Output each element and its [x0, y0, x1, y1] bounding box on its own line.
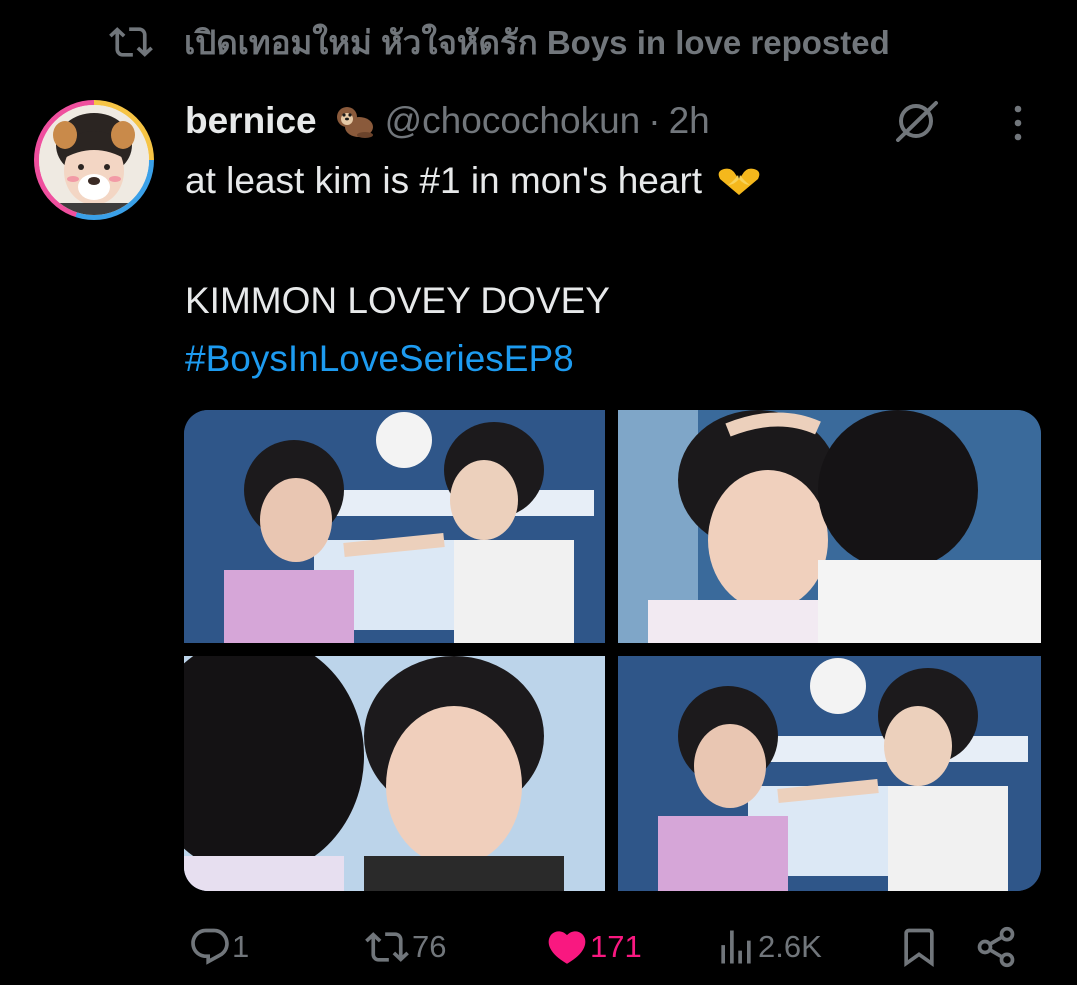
like-count: 171 — [590, 929, 642, 964]
share-icon — [977, 926, 1015, 968]
repost-button[interactable]: 76 — [362, 922, 446, 972]
repost-count: 76 — [412, 929, 447, 964]
views-icon — [721, 930, 751, 964]
views-button[interactable]: 2.6K — [714, 922, 822, 972]
avatar[interactable] — [34, 100, 154, 220]
tweet-header: bernice @chocochokun · 2h — [185, 97, 710, 145]
otter-emoji-icon — [336, 107, 373, 138]
separator-dot: · — [648, 100, 661, 141]
bookmark-button[interactable] — [897, 922, 941, 972]
tweet-text-line-2: KIMMON LOVEY DOVEY — [185, 280, 610, 321]
more-vertical-icon[interactable] — [1006, 103, 1030, 143]
share-button[interactable] — [974, 922, 1018, 972]
tweet-text: at least kim is #1 in mon's heart — [185, 160, 703, 201]
heart-icon — [548, 931, 586, 964]
display-name[interactable]: bernice — [185, 100, 317, 142]
bookmark-icon — [904, 928, 934, 968]
photo-4[interactable] — [618, 656, 1041, 891]
timestamp[interactable]: 2h — [669, 100, 710, 142]
repost-banner-text: เปิดเทอมใหม่ หัวใจหัดรัก Boys in love re… — [184, 23, 890, 61]
reply-count: 1 — [232, 929, 250, 964]
reply-button[interactable]: 1 — [188, 922, 249, 972]
repost-banner[interactable]: เปิดเทอมใหม่ หัวใจหัดรัก Boys in love re… — [108, 20, 890, 64]
avatar-image — [39, 105, 149, 215]
photo-2[interactable] — [618, 410, 1041, 643]
reply-icon — [191, 928, 229, 965]
hashtag-link[interactable]: #BoysInLoveSeriesEP8 — [185, 338, 574, 380]
views-count: 2.6K — [758, 929, 822, 964]
action-bar: 1 76 171 2.6K — [184, 922, 1044, 972]
like-button[interactable]: 171 — [544, 922, 642, 972]
grok-icon[interactable] — [892, 100, 940, 142]
repost-icon — [365, 932, 409, 962]
handle[interactable]: @chocochokun — [385, 100, 641, 142]
heart-hands-emoji-icon — [718, 168, 760, 195]
tweet-text-line-1: at least kim is #1 in mon's heart — [185, 160, 764, 202]
photo-3[interactable] — [184, 656, 605, 891]
repost-icon — [109, 27, 153, 57]
photo-1[interactable] — [184, 410, 605, 643]
media-grid — [184, 410, 1041, 891]
